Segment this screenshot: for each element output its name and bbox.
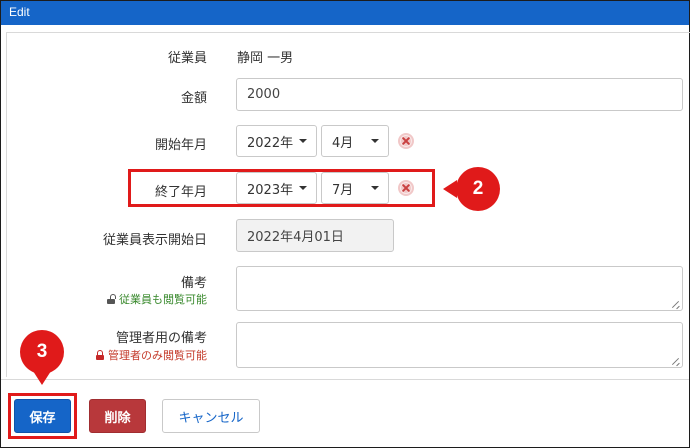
unlock-icon [107, 294, 116, 304]
remarks-label: 備考 [180, 276, 207, 291]
start-year-select[interactable]: 2022年 [236, 125, 317, 157]
resize-handle-icon[interactable] [672, 357, 680, 365]
caret-down-icon [371, 139, 379, 143]
footer-divider [1, 379, 689, 380]
caret-down-icon [371, 186, 379, 190]
amount-label: 金額 [180, 91, 207, 106]
end-label: 終了年月 [154, 185, 207, 200]
remarks-visibility-note: 従業員も閲覧可能 [7, 291, 207, 307]
end-month-select[interactable]: 7月 [321, 172, 389, 204]
start-year-value: 2022年 [247, 135, 294, 151]
clear-end-icon[interactable] [398, 180, 414, 196]
clear-start-icon[interactable] [398, 133, 414, 149]
delete-button[interactable]: 削除 [89, 399, 146, 433]
arrow-down-icon [33, 371, 51, 385]
resize-handle-icon[interactable] [672, 300, 680, 308]
admin-remarks-textarea[interactable] [236, 322, 683, 368]
caret-down-icon [299, 139, 307, 143]
dialog-title: Edit [9, 5, 30, 19]
start-label: 開始年月 [154, 138, 207, 153]
step-2-badge: 2 [456, 167, 500, 211]
cancel-button[interactable]: キャンセル [162, 399, 260, 433]
remarks-textarea[interactable] [236, 266, 683, 311]
edit-dialog: Edit 従業員 静岡 一男 金額 2000 開始年月 2022年 4月 終了年… [0, 0, 690, 448]
remarks-note-text: 従業員も閲覧可能 [119, 293, 207, 306]
lock-icon [96, 350, 104, 360]
display-start-label: 従業員表示開始日 [102, 233, 207, 248]
start-month-select[interactable]: 4月 [321, 125, 389, 157]
end-year-select[interactable]: 2023年 [236, 172, 317, 204]
end-month-value: 7月 [332, 182, 354, 198]
admin-remarks-note-text: 管理者のみ閲覧可能 [108, 349, 207, 362]
display-start-input[interactable]: 2022年4月01日 [236, 219, 394, 252]
step-3-badge: 3 [20, 330, 64, 374]
employee-label: 従業員 [167, 51, 207, 66]
amount-input[interactable]: 2000 [236, 78, 683, 111]
end-year-value: 2023年 [247, 182, 294, 198]
arrow-left-icon [443, 180, 457, 198]
save-button[interactable]: 保存 [14, 399, 71, 433]
start-month-value: 4月 [332, 135, 354, 151]
dialog-titlebar: Edit [1, 1, 689, 25]
employee-value: 静岡 一男 [237, 51, 294, 66]
caret-down-icon [299, 186, 307, 190]
